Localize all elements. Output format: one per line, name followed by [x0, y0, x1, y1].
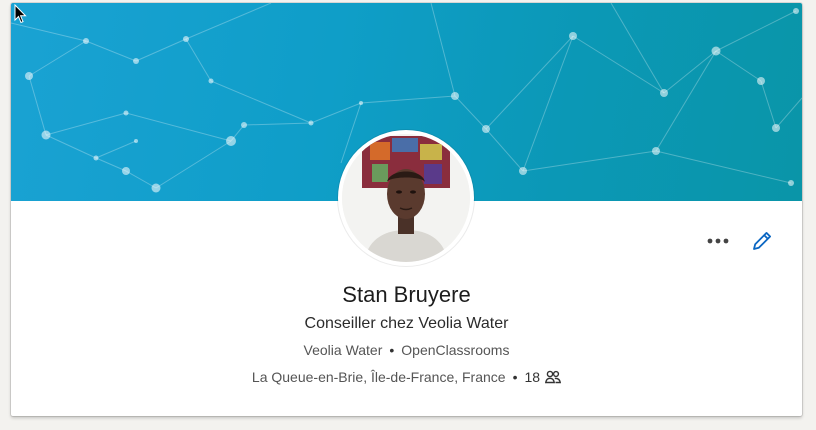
- profile-name: Stan Bruyere: [342, 282, 471, 307]
- profile-headline: Conseiller chez Veolia Water: [304, 315, 509, 332]
- profile-location-line: La Queue-en-Brie, Île-de-France, France …: [11, 369, 802, 385]
- separator-dot: •: [389, 342, 395, 358]
- more-button[interactable]: [706, 229, 730, 253]
- more-dots-icon: [707, 238, 729, 244]
- profile-location: La Queue-en-Brie, Île-de-France, France: [251, 369, 506, 385]
- separator-dot: •: [512, 369, 518, 385]
- profile-companies: Veolia Water • OpenClassrooms: [11, 342, 802, 358]
- company-link[interactable]: Veolia Water: [304, 342, 383, 358]
- profile-card: Stan Bruyere Conseiller chez Veolia Wate…: [11, 3, 802, 416]
- pencil-icon: [753, 232, 771, 250]
- school-link[interactable]: OpenClassrooms: [401, 342, 509, 358]
- mouse-cursor-icon: [14, 3, 28, 29]
- edit-profile-button[interactable]: [750, 229, 774, 253]
- profile-actions: [706, 229, 774, 253]
- profile-photo[interactable]: [338, 130, 474, 266]
- connections-count[interactable]: 18: [525, 369, 541, 385]
- avatar: [342, 134, 470, 262]
- person-photo-icon: [342, 134, 470, 262]
- people-icon: [545, 370, 562, 384]
